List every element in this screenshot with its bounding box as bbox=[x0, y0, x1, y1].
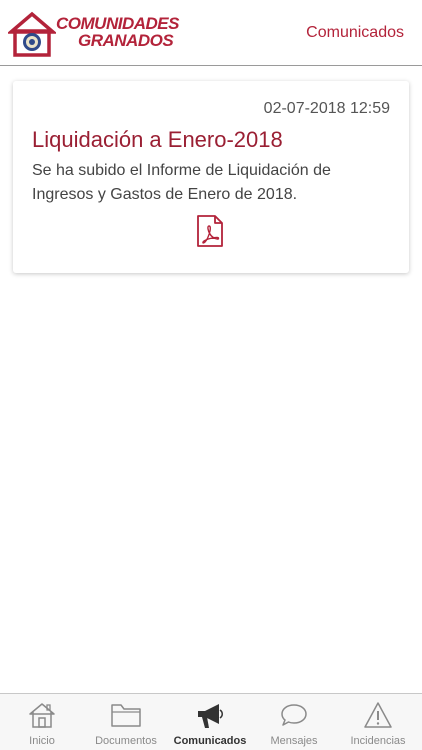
logo-line2: GRANADOS bbox=[78, 31, 174, 50]
tab-label: Documentos bbox=[95, 735, 157, 747]
chat-bubble-icon bbox=[281, 704, 307, 726]
pdf-icon[interactable] bbox=[196, 215, 224, 247]
folder-icon bbox=[111, 704, 141, 727]
megaphone-icon bbox=[198, 704, 223, 728]
app-header: COMUNIDADES GRANADOS Comunicados bbox=[0, 0, 422, 66]
tab-documentos[interactable]: Documentos bbox=[84, 694, 168, 750]
logo-wordmark: COMUNIDADES GRANADOS bbox=[56, 15, 179, 49]
announcement-title: Liquidación a Enero-2018 bbox=[32, 127, 283, 152]
tab-label: Incidencias bbox=[350, 735, 406, 747]
tab-label: Mensajes bbox=[270, 735, 318, 747]
logo-line1: COMUNIDADES bbox=[56, 14, 179, 33]
tab-mensajes[interactable]: Mensajes bbox=[252, 694, 336, 750]
tab-incidencias[interactable]: Incidencias bbox=[336, 694, 420, 750]
warning-icon bbox=[364, 702, 392, 728]
announcement-body: Se ha subido el Informe de Liquidación d… bbox=[32, 162, 331, 203]
announcement-date: 02-07-2018 12:59 bbox=[263, 100, 390, 117]
tab-label: Comunicados bbox=[173, 735, 247, 747]
tab-comunicados[interactable]: Comunicados bbox=[168, 694, 252, 750]
logo-house-icon bbox=[8, 11, 56, 57]
bottom-tab-bar: Inicio Documentos Comunicados Mensajes I… bbox=[0, 693, 422, 750]
home-icon bbox=[29, 703, 55, 728]
announcement-card[interactable]: 02-07-2018 12:59 Liquidación a Enero-201… bbox=[13, 81, 409, 273]
tab-inicio[interactable]: Inicio bbox=[0, 694, 84, 750]
tab-label: Inicio bbox=[29, 735, 55, 747]
app-logo[interactable]: COMUNIDADES GRANADOS bbox=[8, 10, 198, 58]
page-title: Comunicados bbox=[306, 24, 404, 41]
